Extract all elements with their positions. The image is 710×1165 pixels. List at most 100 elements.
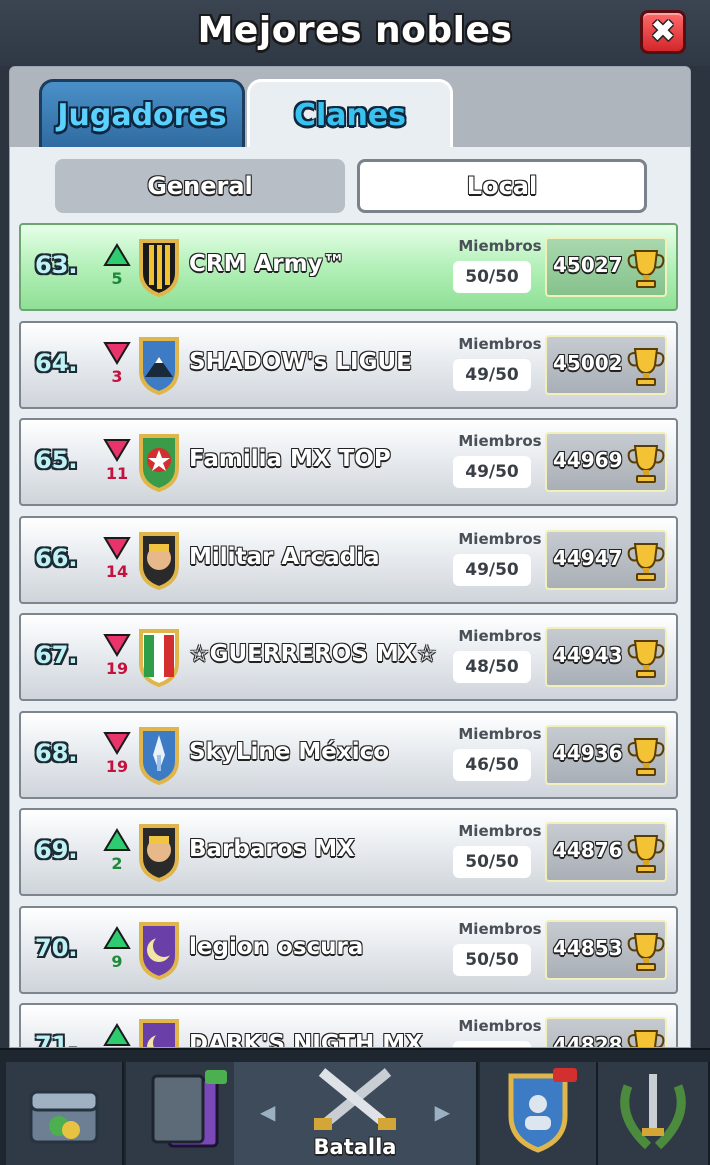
rank-down-arrow-icon [103, 731, 131, 755]
chest-icon [19, 1062, 109, 1160]
members-count: 50/50 [453, 943, 531, 976]
clan-trophies: 44969 [545, 432, 667, 492]
members-count: 49/50 [453, 456, 531, 488]
clan-trophies: 44876 [545, 822, 667, 882]
close-button[interactable]: ✖ [640, 10, 686, 54]
rank-change: 19 [105, 659, 129, 678]
trophy-count: 44853 [553, 935, 623, 960]
tab-jugadores-label: Jugadores [57, 98, 227, 133]
clan-row[interactable]: 71. DARK'S NIGTH MX Miembros 44828 [19, 1003, 678, 1048]
rank-change: 3 [111, 366, 123, 386]
clan-list[interactable]: 63. 5 CRM Army™ Miembros 50/50 45027 64. 3 SHADO… [10, 221, 690, 1048]
members-count: 48/50 [453, 651, 531, 683]
members-count: 46/50 [453, 748, 531, 781]
rank-change: 9 [111, 951, 123, 971]
clan-name: Familia MX TOP [189, 446, 391, 472]
clan-row[interactable]: 67. 19 ☆GUERREROS MX☆ Miembros 48/50 44943 [19, 613, 678, 701]
tab-jugadores[interactable]: Jugadores [39, 79, 245, 149]
nav-clan[interactable] [480, 1062, 598, 1165]
clan-rank: 71. [35, 1031, 78, 1048]
clan-rank: 67. [35, 641, 78, 669]
clan-trophies: 45002 [545, 334, 667, 395]
rank-down-arrow-icon [103, 438, 131, 462]
rank-up-arrow-icon [103, 243, 131, 267]
clan-row[interactable]: 64. 3 SHADOW's LIGUE Miembros 49/50 45002 [19, 320, 678, 409]
rocket-shield-badge [135, 725, 183, 785]
nav-next-arrow-icon[interactable]: ▶ [435, 1100, 450, 1124]
clan-rank: 69. [35, 836, 78, 864]
tab-clanes-label: Clanes [293, 98, 407, 133]
members-count: 49/50 [453, 358, 531, 391]
nav-battle-label: Batalla [313, 1135, 397, 1159]
rank-change: 5 [111, 269, 123, 288]
nav-cards[interactable] [126, 1062, 244, 1165]
clan-trophies: 45027 [545, 237, 667, 297]
trophy-icon [627, 735, 665, 777]
nav-shop[interactable] [6, 1062, 124, 1165]
moon-shield-badge [135, 1017, 183, 1047]
striped-shield-badge [135, 237, 183, 297]
trophy-count: 44969 [553, 448, 623, 472]
clan-row[interactable]: 63. 5 CRM Army™ Miembros 50/50 45027 [19, 223, 678, 311]
filter-local-button[interactable]: Local [357, 159, 647, 213]
members-count: 50/50 [453, 846, 531, 878]
clan-trophies: 44943 [545, 627, 667, 687]
clan-rank: 64. [35, 348, 78, 377]
rank-change: 19 [105, 756, 129, 776]
trophy-icon [627, 442, 665, 484]
nav-battle[interactable]: ◀ ▶ Batalla [234, 1062, 478, 1165]
clan-shield-icon [493, 1062, 583, 1160]
clan-name: Barbaros MX [189, 836, 355, 862]
members-label: Miembros [458, 1017, 542, 1035]
laurel-sword-icon [608, 1062, 698, 1160]
filter-general-button[interactable]: General [55, 159, 345, 213]
clan-row[interactable]: 68. 19 SkyLine México Miembros 46/50 44936 [19, 710, 678, 799]
clan-trophies: 44936 [545, 724, 667, 785]
trophy-count: 44936 [553, 740, 623, 765]
members-label: Miembros [458, 627, 542, 645]
nav-prev-arrow-icon[interactable]: ◀ [260, 1100, 275, 1124]
clan-row[interactable]: 70. 9 legion oscura Miembros 50/50 44853 [19, 905, 678, 994]
rank-change: 14 [105, 561, 129, 581]
clan-name: SkyLine México [189, 738, 390, 765]
tab-clanes[interactable]: Clanes [247, 79, 453, 149]
moon-shield-badge [135, 920, 183, 980]
rank-up-arrow-icon [103, 828, 131, 852]
trophy-icon [627, 930, 665, 972]
trophy-count: 44876 [553, 838, 623, 862]
tab-bar: Jugadores Clanes [10, 67, 690, 149]
trophy-count: 45002 [553, 350, 623, 375]
clan-trophies: 44828 [545, 1017, 667, 1047]
trophy-icon [627, 540, 665, 582]
clan-row[interactable]: 65. 11 Familia MX TOP Miembros 49/50 44969 [19, 418, 678, 506]
clan-row[interactable]: 69. 2 Barbaros MX Miembros 50/50 44876 [19, 808, 678, 896]
clan-name: Militar Arcadia [189, 543, 380, 570]
trophy-icon [627, 832, 665, 874]
close-icon: ✖ [650, 14, 676, 49]
header-bar: Mejores nobles ✖ [0, 0, 710, 66]
clan-row[interactable]: 66. 14 Militar Arcadia Miembros 49/50 44947 [19, 515, 678, 604]
trophy-icon [627, 637, 665, 679]
members-count [453, 1041, 531, 1047]
clan-rank: 66. [35, 543, 78, 572]
clan-name: DARK'S NIGTH MX [189, 1031, 423, 1048]
members-label: Miembros [458, 334, 542, 353]
members-label: Miembros [458, 724, 542, 743]
members-label: Miembros [458, 919, 542, 938]
mountain-shield-badge [135, 335, 183, 395]
nav-tournaments[interactable] [598, 1062, 710, 1165]
members-count: 49/50 [453, 553, 531, 586]
trophy-icon [627, 247, 665, 289]
clan-rank: 65. [35, 446, 78, 474]
members-label: Miembros [458, 237, 542, 255]
members-count: 50/50 [453, 261, 531, 293]
members-label: Miembros [458, 822, 542, 840]
flag-shield-badge [135, 627, 183, 687]
warrior-shield-badge [135, 530, 183, 590]
page-title: Mejores nobles [197, 10, 513, 51]
clan-trophies: 44853 [545, 919, 667, 980]
clan-name: ☆GUERREROS MX☆ [189, 641, 438, 667]
clan-trophies: 44947 [545, 529, 667, 590]
clan-name: legion oscura [189, 933, 364, 960]
members-label: Miembros [458, 529, 542, 548]
